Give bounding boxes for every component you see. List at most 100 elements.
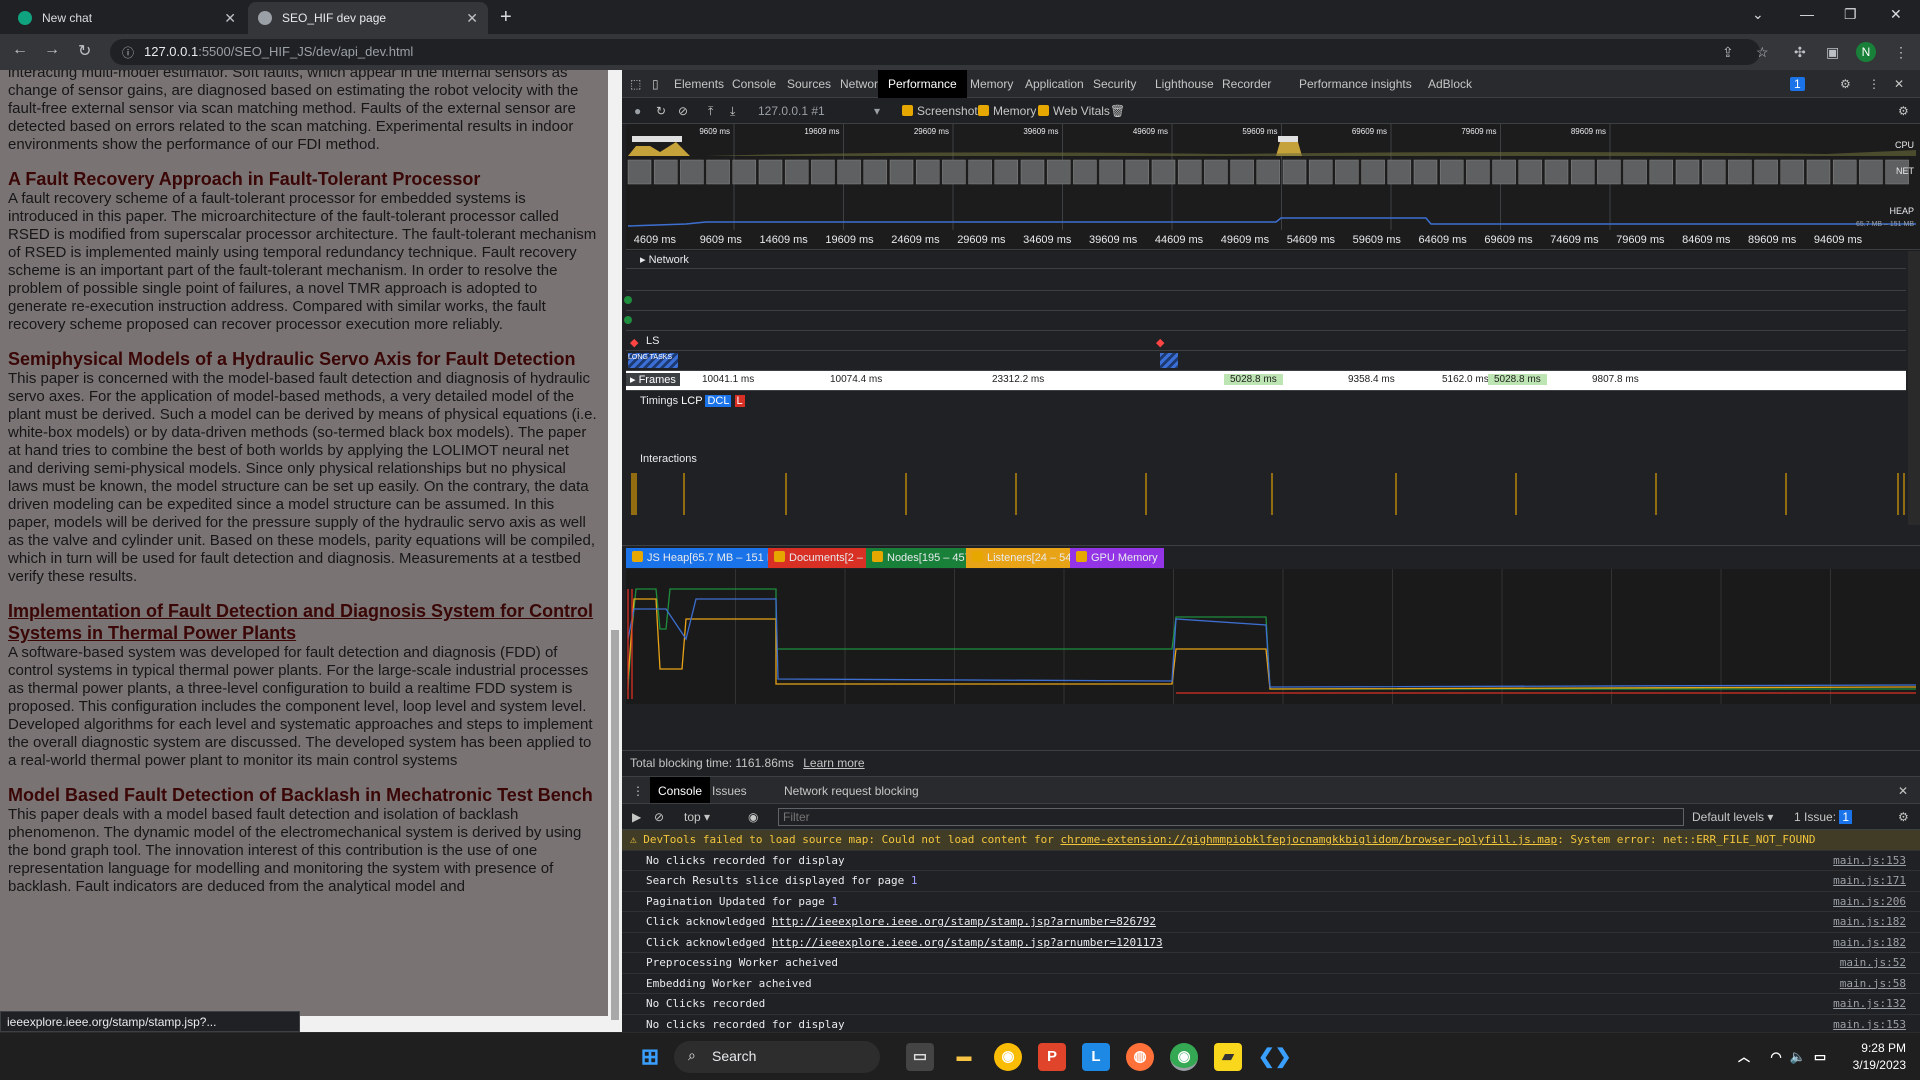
screenshot-thumbnail[interactable] — [1046, 159, 1071, 185]
tab-issues[interactable]: Issues — [712, 784, 747, 798]
network-track[interactable]: ▸ Network — [626, 251, 1906, 269]
screenshot-thumbnail[interactable] — [732, 159, 757, 185]
tab-security[interactable]: Security — [1093, 77, 1136, 91]
sticky-notes-icon[interactable]: ▰ — [1214, 1043, 1242, 1071]
taskbar-search[interactable]: ⌕ Search — [674, 1041, 880, 1073]
screenshot-thumbnail[interactable] — [1518, 159, 1543, 185]
back-button[interactable]: ← — [12, 41, 28, 59]
tab-console[interactable]: Console — [650, 777, 711, 803]
layout-shift-track[interactable]: ◆ LS ◆ — [626, 331, 1906, 351]
vscode-icon[interactable]: ❮❯ — [1258, 1043, 1292, 1071]
screenshot-thumbnail[interactable] — [968, 159, 992, 185]
screenshot-thumbnail[interactable] — [784, 159, 809, 185]
tab-memory[interactable]: Memory — [970, 77, 1013, 91]
screenshot-thumbnail[interactable] — [1859, 159, 1883, 185]
screenshot-thumbnail[interactable] — [1256, 159, 1281, 185]
tracks-scrollbar[interactable] — [1908, 251, 1920, 525]
close-tab-icon[interactable]: ✕ — [224, 10, 236, 27]
tab-lighthouse[interactable]: Lighthouse — [1155, 77, 1214, 91]
screenshot-thumbnail[interactable] — [1204, 159, 1228, 185]
frame-duration[interactable]: 10041.1 ms — [696, 374, 760, 385]
sidebar-toggle-icon[interactable]: ▶ — [632, 810, 641, 824]
article-title-link[interactable]: Implementation of Fault Detection and Di… — [8, 600, 598, 644]
screenshot-thumbnail[interactable] — [1387, 159, 1412, 185]
page-scrollbar[interactable] — [608, 70, 622, 1032]
layout-shift-marker[interactable]: ◆ — [1156, 336, 1164, 349]
frame-duration[interactable]: 5028.8 ms — [1224, 374, 1283, 385]
message-link[interactable]: chrome-extension://gighmmpiobklfepjocnam… — [1060, 833, 1557, 846]
frame-duration[interactable]: 9807.8 ms — [1586, 374, 1645, 385]
window-close-button[interactable]: ✕ — [1890, 6, 1902, 23]
frame-duration[interactable]: 5162.0 ms — [1436, 374, 1495, 385]
issues-badge[interactable]: 1 — [1790, 77, 1805, 91]
screenshot-thumbnail[interactable] — [1570, 159, 1595, 185]
firefox-icon[interactable]: ◍ — [1126, 1043, 1154, 1071]
reload-profile-icon[interactable]: ↻ — [656, 104, 666, 118]
forward-button[interactable]: → — [44, 41, 60, 59]
p-app-icon[interactable]: P — [1038, 1043, 1066, 1071]
avatar[interactable]: N — [1856, 42, 1876, 62]
profile-select[interactable]: 127.0.0.1 #1 ▾ — [758, 104, 888, 118]
tab-adblock[interactable]: AdBlock — [1428, 77, 1472, 91]
screenshot-thumbnail[interactable] — [1701, 159, 1726, 185]
windows-start-icon[interactable]: ⊞ — [636, 1043, 664, 1071]
dcl-marker[interactable]: DCL — [705, 395, 732, 407]
live-expression-eye-icon[interactable]: ◉ — [748, 810, 758, 824]
tab-recorder[interactable]: Recorder — [1222, 77, 1271, 91]
source-link[interactable]: main.js:171 — [1833, 874, 1906, 887]
source-link[interactable]: main.js:153 — [1833, 1018, 1906, 1031]
screenshot-thumbnail[interactable] — [1230, 159, 1254, 185]
layout-shift-marker[interactable]: ◆ — [630, 336, 638, 349]
timings-track[interactable]: Timings LCP DCL L — [626, 391, 1906, 451]
drawer-menu-icon[interactable]: ⋮ — [632, 784, 644, 798]
context-select[interactable]: top ▾ — [684, 810, 710, 824]
reload-button[interactable]: ↻ — [78, 41, 91, 61]
settings-gear-icon[interactable]: ⚙ — [1840, 77, 1851, 91]
memory-counter-checkbox[interactable]: Listeners[24 – 54] — [966, 548, 1081, 568]
battery-icon[interactable]: ▭ — [1806, 1043, 1834, 1071]
screenshot-thumbnail[interactable] — [1282, 159, 1307, 185]
screenshot-thumbnail[interactable] — [1177, 159, 1202, 185]
frame-duration[interactable]: 10074.4 ms — [824, 374, 888, 385]
source-link[interactable]: main.js:206 — [1833, 895, 1906, 908]
screenshot-thumbnail[interactable] — [1073, 159, 1097, 185]
memory-graph[interactable] — [626, 569, 1920, 704]
tab-application[interactable]: Application — [1025, 77, 1084, 91]
device-toolbar-icon[interactable]: ▯ — [652, 77, 659, 91]
tab-network-request-blocking[interactable]: Network request blocking — [784, 784, 919, 798]
horizontal-scrollbar[interactable] — [300, 1016, 608, 1032]
clear-icon[interactable]: ⊘ — [678, 104, 688, 118]
l-app-icon[interactable]: L — [1082, 1043, 1110, 1071]
capture-settings-icon[interactable]: ⚙ — [1898, 104, 1909, 118]
console-settings-icon[interactable]: ⚙ — [1898, 810, 1909, 824]
interactions-track[interactable]: Interactions — [626, 451, 1906, 525]
load-profile-icon[interactable]: ⤒ — [708, 104, 713, 119]
frame-duration[interactable]: 5028.8 ms — [1488, 374, 1547, 385]
screenshot-thumbnail[interactable] — [1361, 159, 1385, 185]
tab-performance-insights[interactable]: Performance insights — [1299, 77, 1412, 91]
task-view-icon[interactable]: ▭ — [906, 1043, 934, 1071]
source-link[interactable]: main.js:182 — [1833, 915, 1906, 928]
screenshot-thumbnail[interactable] — [1020, 159, 1045, 185]
save-profile-icon[interactable]: ⤓ — [730, 104, 735, 119]
tab-elements[interactable]: Elements — [674, 77, 724, 91]
chrome-icon[interactable]: ◉ — [994, 1043, 1022, 1071]
screenshot-thumbnail[interactable] — [1832, 159, 1857, 185]
time-ruler[interactable]: 4609 ms 9609 ms 14609 ms 19609 ms 24609 ms 29… — [626, 230, 1920, 250]
screenshot-thumbnail[interactable] — [1125, 159, 1150, 185]
screenshot-thumbnail[interactable] — [706, 159, 730, 185]
console-filter-input[interactable] — [778, 808, 1684, 826]
screenshot-thumbnail[interactable] — [1439, 159, 1464, 185]
restore-button[interactable]: ❐ — [1844, 6, 1857, 23]
tab-new-chat[interactable]: New chat ✕ — [8, 2, 246, 34]
memory-counter-checkbox[interactable]: Documents[2 – 3] — [768, 548, 882, 568]
source-link[interactable]: main.js:132 — [1833, 997, 1906, 1010]
system-clock[interactable]: 9:28 PM 3/19/2023 — [1840, 1040, 1906, 1074]
screenshot-thumbnail[interactable] — [1806, 159, 1831, 185]
screenshot-thumbnail[interactable] — [1544, 159, 1569, 185]
screenshot-thumbnail[interactable] — [837, 159, 861, 185]
screenshot-thumbnail[interactable] — [1492, 159, 1516, 185]
bookmark-star-icon[interactable]: ☆ — [1756, 44, 1769, 61]
tab-performance[interactable]: Performance — [878, 70, 967, 98]
log-levels-select[interactable]: Default levels ▾ — [1692, 810, 1773, 824]
